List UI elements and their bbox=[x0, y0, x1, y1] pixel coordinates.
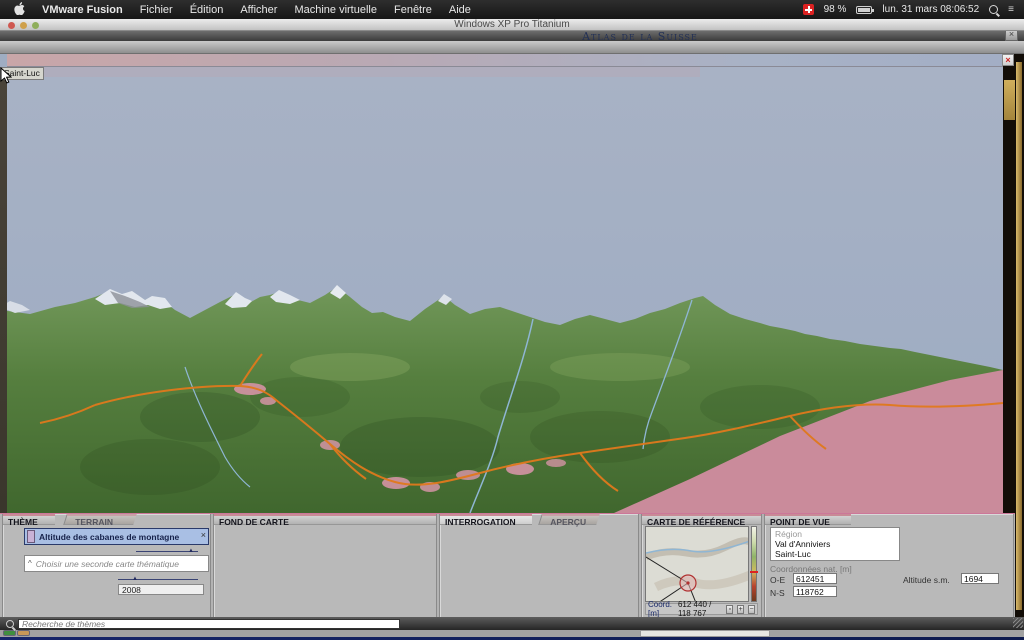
map-frame-button[interactable]: ▫ bbox=[726, 605, 733, 614]
desktop-edge-block bbox=[1004, 80, 1015, 120]
macos-menubar: VMware Fusion Fichier Édition Afficher Machi… bbox=[0, 0, 1024, 19]
tab-interrogation[interactable]: INTERROGATION bbox=[440, 514, 532, 525]
refmap-title: CARTE DE RÉFÉRENCE bbox=[642, 514, 761, 525]
region-line: Saint-Luc bbox=[775, 549, 895, 559]
menubar-item-afficher[interactable]: Afficher bbox=[240, 4, 277, 16]
spotlight-search-icon[interactable] bbox=[989, 5, 998, 14]
slider-track bbox=[118, 579, 198, 580]
slider-thumb[interactable]: ▲ bbox=[132, 576, 138, 582]
panorama-close-button[interactable]: × bbox=[1002, 54, 1014, 66]
search-icon bbox=[6, 620, 14, 628]
region-line: Val d'Anniviers bbox=[775, 539, 895, 549]
battery-icon[interactable] bbox=[856, 6, 872, 14]
mouse-cursor bbox=[0, 67, 12, 85]
reference-map[interactable] bbox=[645, 526, 749, 602]
menubar-item-aide[interactable]: Aide bbox=[449, 4, 471, 16]
oe-input[interactable] bbox=[793, 573, 837, 584]
menubar-item-fen-tre[interactable]: Fenêtre bbox=[394, 4, 432, 16]
region-label: Région bbox=[775, 529, 895, 539]
vm-window-titlebar: Windows XP Pro Titanium bbox=[0, 19, 1024, 31]
combo-caret-icon[interactable]: ^ bbox=[28, 559, 32, 568]
tab-theme[interactable]: THÈME bbox=[3, 514, 55, 525]
elevation-color-ramp bbox=[751, 526, 757, 602]
year-field[interactable]: 2008 bbox=[118, 584, 204, 595]
interrogation-stats bbox=[443, 597, 635, 615]
interrogation-panel: INTERROGATION APERÇU bbox=[439, 514, 639, 618]
compass-bar[interactable] bbox=[7, 54, 1003, 67]
combo-placeholder: Choisir une seconde carte thématique bbox=[36, 559, 179, 569]
overflow-white-field bbox=[640, 630, 770, 637]
second-theme-combo[interactable]: ^ Choisir une seconde carte thématique bbox=[24, 555, 209, 572]
refmap-footer: Coord. [m] 612 440 / 118 767 ▫ + − bbox=[645, 603, 758, 615]
theme-slider[interactable]: ▲ bbox=[136, 548, 198, 554]
info-flag-icon bbox=[17, 630, 30, 636]
screen: VMware Fusion Fichier Édition Afficher Machi… bbox=[0, 0, 1024, 640]
viewpoint-title: POINT DE VUE bbox=[765, 514, 851, 525]
battery-percent: 98 % bbox=[824, 4, 847, 15]
menubar-item-fichier[interactable]: Fichier bbox=[140, 4, 173, 16]
theme-search-input[interactable] bbox=[18, 619, 400, 629]
slider-thumb[interactable]: ▲ bbox=[188, 548, 194, 554]
viewpoint-panel: POINT DE VUE Région Val d'Anniviers Sain… bbox=[764, 514, 1014, 618]
bottom-panels: THÈME TERRAIN Altitude des cabanes de mo… bbox=[0, 513, 1015, 617]
resize-grip[interactable] bbox=[1013, 618, 1023, 628]
atlas-menu-toolbar bbox=[0, 41, 1024, 54]
viewpoint-region-box[interactable]: Région Val d'Anniviers Saint-Luc bbox=[770, 527, 900, 561]
viewport-left-border bbox=[0, 67, 7, 513]
year-slider[interactable]: ▲ bbox=[118, 576, 198, 582]
tab-apercu[interactable]: APERÇU bbox=[538, 514, 600, 525]
basemap-title: FOND DE CARTE bbox=[214, 514, 436, 525]
notification-list-icon[interactable]: ≡ bbox=[1008, 0, 1014, 19]
ns-label: N-S bbox=[770, 588, 785, 598]
swiss-flag-input-icon[interactable] bbox=[803, 4, 814, 15]
basemap-panel: FOND DE CARTE bbox=[213, 514, 437, 618]
theme-panel: THÈME TERRAIN Altitude des cabanes de mo… bbox=[2, 514, 211, 618]
theme-color-chip bbox=[27, 530, 35, 543]
ns-input[interactable] bbox=[793, 586, 837, 597]
tab-terrain[interactable]: TERRAIN bbox=[63, 514, 137, 525]
altitude-input[interactable] bbox=[961, 573, 999, 584]
coord-value: 612 440 / 118 767 bbox=[678, 600, 722, 618]
map-zoom-out-button[interactable]: − bbox=[748, 605, 755, 614]
theme-search-bar bbox=[0, 617, 1024, 630]
ramp-marker bbox=[750, 571, 758, 573]
atlas-mode-toolbar: Atlas de la Suisse × bbox=[0, 31, 1024, 41]
coord-label: Coord. [m] bbox=[648, 600, 674, 618]
desktop-edge-highlight bbox=[1016, 62, 1022, 610]
altitude-label: Altitude s.m. bbox=[903, 575, 950, 585]
menubar-status: 98 % lun. 31 mars 08:06:52 ≡ bbox=[803, 0, 1024, 19]
apple-menu-icon[interactable] bbox=[14, 2, 25, 18]
menubar-item-vmware-fusion[interactable]: VMware Fusion bbox=[42, 4, 123, 16]
reference-map-image bbox=[646, 527, 749, 602]
menubar-clock[interactable]: lun. 31 mars 08:06:52 bbox=[882, 4, 979, 15]
map-zoom-in-button[interactable]: + bbox=[737, 605, 744, 614]
panorama-terrain-svg bbox=[0, 67, 1024, 513]
oe-label: O-E bbox=[770, 575, 785, 585]
menubar-menus: VMware Fusion Fichier Édition Afficher Machi… bbox=[0, 2, 471, 18]
clear-theme-icon[interactable]: × bbox=[201, 530, 206, 540]
legend-book-icon bbox=[3, 630, 16, 636]
selected-theme-label: Altitude des cabanes de montagne bbox=[39, 532, 179, 542]
selected-theme-field[interactable]: Altitude des cabanes de montagne × bbox=[24, 528, 209, 545]
menubar-item-machine-virtuelle[interactable]: Machine virtuelle bbox=[294, 4, 377, 16]
refmap-panel: CARTE DE RÉFÉRENCE Coord. [m] 612 440 / bbox=[641, 514, 762, 618]
clipped-overflow-strip bbox=[0, 630, 1024, 637]
menubar-item--dition[interactable]: Édition bbox=[190, 4, 224, 16]
panorama-viewport[interactable]: Saint-Luc bbox=[0, 67, 1024, 513]
vm-window-title: Windows XP Pro Titanium bbox=[0, 19, 1024, 31]
